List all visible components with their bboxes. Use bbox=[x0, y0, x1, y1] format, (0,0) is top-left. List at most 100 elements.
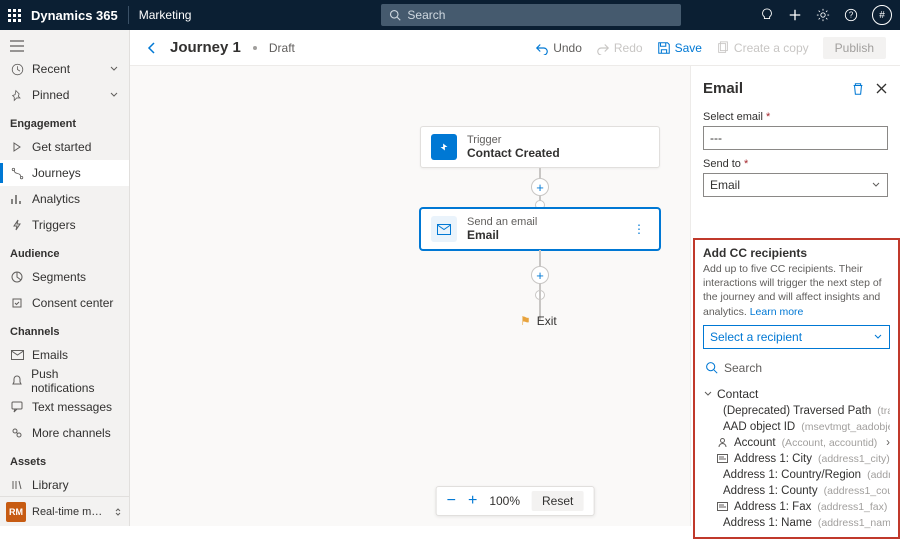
node-email[interactable]: Send an emailEmail ⋮ bbox=[420, 208, 660, 250]
cc-option[interactable]: Address 1: County (address1_county) bbox=[703, 483, 890, 499]
segments-icon bbox=[10, 270, 24, 284]
avatar[interactable]: # bbox=[872, 5, 892, 25]
redo-button[interactable]: Redo bbox=[596, 41, 643, 55]
email-icon bbox=[431, 216, 457, 242]
add-step-button[interactable]: + bbox=[531, 266, 549, 284]
select-email-input[interactable]: --- bbox=[703, 126, 888, 150]
section-engagement: Engagement bbox=[0, 108, 129, 134]
cc-dropdown: Search Contact (Deprecated) Traversed Pa… bbox=[703, 357, 890, 529]
zoom-out-button[interactable]: − bbox=[447, 492, 456, 510]
page-title: Journey 1 bbox=[170, 39, 241, 56]
close-icon[interactable] bbox=[875, 82, 888, 95]
cc-option[interactable]: Address 1: Country/Region (address1_cou.… bbox=[703, 467, 890, 483]
mail-icon bbox=[10, 348, 24, 362]
add-step-button[interactable]: + bbox=[531, 178, 549, 196]
properties-panel: Email Select email --- Send to Email Add… bbox=[690, 66, 900, 526]
add-icon[interactable] bbox=[788, 8, 802, 22]
cc-learn-more-link[interactable]: Learn more bbox=[750, 306, 804, 318]
area-switcher[interactable]: RM Real-time marketi... bbox=[0, 496, 129, 526]
chart-icon bbox=[10, 192, 24, 206]
nav-journeys[interactable]: Journeys bbox=[0, 160, 129, 186]
cc-description: Add up to five CC recipients. Their inte… bbox=[703, 262, 890, 319]
nav-text[interactable]: Text messages bbox=[0, 394, 129, 420]
zoom-in-button[interactable]: + bbox=[468, 492, 477, 510]
save-button[interactable]: Save bbox=[657, 41, 702, 55]
command-bar: Journey 1 Draft Undo Redo Save Create a … bbox=[130, 30, 900, 66]
lightbulb-icon[interactable] bbox=[760, 8, 774, 22]
node-trigger[interactable]: TriggerContact Created bbox=[420, 126, 660, 168]
chevron-down-icon bbox=[109, 90, 119, 100]
cc-option[interactable]: Address 1: Fax (address1_fax) bbox=[703, 499, 890, 515]
search-icon bbox=[705, 361, 718, 374]
nav-collapse-icon[interactable] bbox=[0, 36, 129, 56]
nav-recent[interactable]: Recent bbox=[0, 56, 129, 82]
zoom-level: 100% bbox=[489, 494, 520, 508]
cc-title: Add CC recipients bbox=[703, 246, 890, 260]
node-more-icon[interactable]: ⋮ bbox=[629, 222, 649, 236]
main: Journey 1 Draft Undo Redo Save Create a … bbox=[130, 30, 900, 526]
back-button[interactable] bbox=[144, 40, 160, 56]
nav-analytics[interactable]: Analytics bbox=[0, 186, 129, 212]
brand: Dynamics 365 bbox=[31, 8, 118, 23]
nav-triggers[interactable]: Triggers bbox=[0, 212, 129, 238]
chevron-down-icon bbox=[703, 389, 713, 399]
select-email-label: Select email bbox=[703, 111, 888, 123]
cc-option[interactable]: Address 1: Name (address1_name) bbox=[703, 515, 890, 529]
play-icon bbox=[10, 140, 24, 154]
cc-option[interactable]: (Deprecated) Traversed Path (traversedpa… bbox=[703, 403, 890, 419]
plug-icon bbox=[10, 426, 24, 440]
cc-group-contact[interactable]: Contact bbox=[703, 385, 890, 403]
help-icon[interactable]: ? bbox=[844, 8, 858, 22]
publish-button[interactable]: Publish bbox=[823, 37, 886, 59]
switcher-badge: RM bbox=[6, 502, 26, 522]
module-name: Marketing bbox=[139, 8, 192, 22]
journey-icon bbox=[10, 166, 24, 180]
consent-icon bbox=[10, 296, 24, 310]
panel-title: Email bbox=[703, 80, 851, 97]
delete-icon[interactable] bbox=[851, 82, 865, 96]
nav-push[interactable]: Push notifications bbox=[0, 368, 129, 394]
section-channels: Channels bbox=[0, 316, 129, 342]
copy-button[interactable]: Create a copy bbox=[716, 41, 809, 55]
cc-option[interactable]: Account (Account, accountid)› bbox=[703, 435, 890, 451]
send-to-select[interactable]: Email bbox=[703, 173, 888, 197]
zoom-reset-button[interactable]: Reset bbox=[532, 491, 583, 511]
nav-more-channels[interactable]: More channels bbox=[0, 420, 129, 446]
gear-icon[interactable] bbox=[816, 8, 830, 22]
undo-button[interactable]: Undo bbox=[535, 41, 582, 55]
trigger-icon bbox=[431, 134, 457, 160]
global-search[interactable]: Search bbox=[381, 4, 681, 26]
sidebar: Recent Pinned Engagement Get started Jou… bbox=[0, 30, 130, 526]
node-exit: ⚑Exit bbox=[520, 314, 557, 328]
app-launcher-icon[interactable] bbox=[8, 9, 21, 22]
section-assets: Assets bbox=[0, 446, 129, 472]
search-icon bbox=[389, 9, 401, 21]
flag-icon: ⚑ bbox=[520, 314, 531, 328]
nav-pinned[interactable]: Pinned bbox=[0, 82, 129, 108]
nav-get-started[interactable]: Get started bbox=[0, 134, 129, 160]
library-icon bbox=[10, 478, 24, 492]
sms-icon bbox=[10, 400, 24, 414]
cc-option[interactable]: AAD object ID (msevtmgt_aadobjectid) bbox=[703, 419, 890, 435]
nav-library[interactable]: Library bbox=[0, 472, 129, 498]
cc-recipient-select[interactable]: Select a recipient bbox=[703, 325, 890, 349]
global-header: Dynamics 365 Marketing Search ? # bbox=[0, 0, 900, 30]
nav-segments[interactable]: Segments bbox=[0, 264, 129, 290]
nav-emails[interactable]: Emails bbox=[0, 342, 129, 368]
nav-consent-center[interactable]: Consent center bbox=[0, 290, 129, 316]
clock-icon bbox=[10, 62, 24, 76]
pin-icon bbox=[10, 88, 24, 102]
cc-recipients-section: Add CC recipients Add up to five CC reci… bbox=[693, 238, 900, 539]
chevron-down-icon bbox=[109, 64, 119, 74]
cc-option[interactable]: Address 1: City (address1_city) bbox=[703, 451, 890, 467]
chevron-updown-icon bbox=[113, 507, 123, 517]
status-badge: Draft bbox=[269, 41, 295, 55]
section-audience: Audience bbox=[0, 238, 129, 264]
svg-text:?: ? bbox=[849, 11, 854, 20]
cc-search-input[interactable]: Search bbox=[703, 357, 890, 379]
bell-icon bbox=[10, 374, 23, 388]
bolt-icon bbox=[10, 218, 24, 232]
send-to-label: Send to bbox=[703, 158, 888, 170]
canvas[interactable]: TriggerContact Created + Send an emailEm… bbox=[130, 66, 900, 526]
zoom-toolbar: − + 100% Reset bbox=[436, 486, 595, 516]
